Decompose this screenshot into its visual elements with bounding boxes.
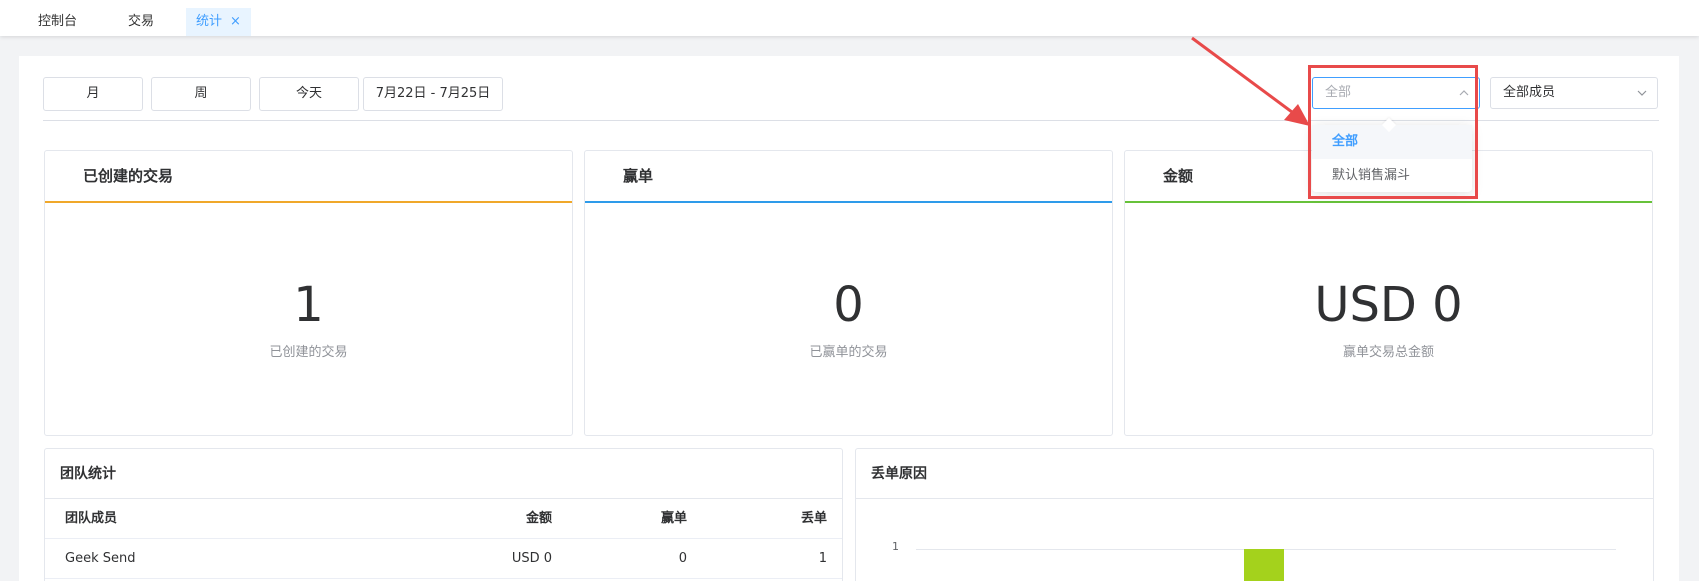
date-range-picker[interactable]: 7月22日 - 7月25日 [363, 77, 503, 111]
section-title: 丢单原因 [856, 449, 1653, 499]
tab-deals[interactable]: 交易 [128, 8, 154, 36]
month-button[interactable]: 月 [43, 77, 143, 111]
today-button[interactable]: 今天 [259, 77, 359, 111]
card-title: 赢单 [623, 167, 654, 185]
tab-label: 控制台 [38, 14, 78, 29]
column-header-won: 赢单 [660, 511, 687, 526]
toolbar-divider [43, 120, 1659, 121]
column-header-amount: 金额 [525, 511, 552, 526]
week-button[interactable]: 周 [151, 77, 251, 111]
chevron-up-icon [1459, 90, 1469, 96]
annotation-arrow-icon [1191, 36, 1310, 126]
card-value: 1 [293, 277, 324, 333]
card-caption: 已创建的交易 [269, 345, 348, 360]
card-value: 0 [833, 277, 864, 333]
member-select-value: 全部成员 [1503, 85, 1556, 100]
column-header-lost: 丢单 [800, 511, 827, 526]
chart-bar [1244, 549, 1284, 581]
chevron-down-icon [1637, 90, 1647, 96]
card-title: 已创建的交易 [83, 167, 174, 185]
section-title: 团队统计 [45, 449, 842, 499]
close-icon[interactable]: × [230, 14, 241, 29]
tab-label: 交易 [128, 14, 155, 29]
loss-reasons-section: 丢单原因 1 [855, 448, 1654, 581]
tab-dashboard[interactable]: 控制台 [38, 8, 77, 36]
card-value: USD 0 [1314, 277, 1463, 333]
y-tick-label: 1 [892, 540, 899, 553]
member-name: Geek Send [65, 551, 136, 566]
created-deals-card: 已创建的交易 1 已创建的交易 [44, 150, 573, 436]
dropdown-option-all[interactable]: 全部 [1312, 125, 1472, 159]
card-caption: 已赢单的交易 [809, 345, 888, 360]
tab-label: 统计 [196, 14, 223, 29]
member-won: 0 [678, 551, 687, 566]
column-header-member: 团队成员 [65, 511, 118, 526]
tab-statistics[interactable]: 统计 × [186, 8, 251, 36]
team-stats-section: 团队统计 团队成员 金额 赢单 丢单 Geek Send USD 0 0 1 [44, 448, 843, 581]
member-select[interactable]: 全部成员 [1490, 77, 1658, 109]
member-amount: USD 0 [511, 551, 552, 566]
dropdown-option-default-pipeline[interactable]: 默认销售漏斗 [1312, 159, 1472, 193]
member-lost: 1 [818, 551, 827, 566]
card-caption: 赢单交易总金额 [1342, 345, 1434, 360]
card-accent-bar [45, 201, 572, 203]
card-accent-bar [585, 201, 1112, 203]
card-accent-bar [1125, 201, 1652, 203]
won-deals-card: 赢单 0 已赢单的交易 [584, 150, 1113, 436]
table-row[interactable]: Geek Send USD 0 0 1 [45, 539, 842, 579]
pipeline-dropdown: 全部 默认销售漏斗 [1312, 117, 1472, 193]
tab-bar: 控制台 交易 统计 × [0, 0, 1699, 36]
table-header-row: 团队成员 金额 赢单 丢单 [45, 499, 842, 539]
pipeline-select[interactable]: 全部 [1312, 77, 1480, 109]
pipeline-select-value: 全部 [1325, 85, 1352, 100]
